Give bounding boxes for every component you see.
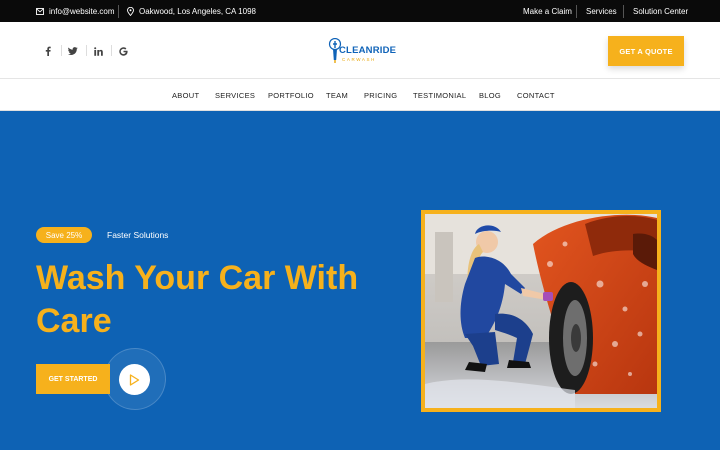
topbar-link-label: Services xyxy=(586,6,617,16)
topbar-link-claim[interactable]: Make a Claim xyxy=(523,0,572,22)
divider xyxy=(61,45,62,56)
email-text: info@website.com xyxy=(49,6,115,16)
hero-image xyxy=(421,210,661,412)
hero-headline: Wash Your Car With Care xyxy=(36,257,396,343)
topbar-link-label: Solution Center xyxy=(633,6,689,16)
logo-subtext: CARWASH xyxy=(342,57,376,62)
nav-item-blog[interactable]: BLOG xyxy=(479,79,501,111)
nav-item-contact[interactable]: CONTACT xyxy=(517,79,555,111)
google-icon[interactable] xyxy=(116,44,130,58)
divider xyxy=(86,45,87,56)
get-started-button[interactable]: GET STARTED xyxy=(36,364,110,394)
divider xyxy=(576,5,577,18)
divider xyxy=(111,45,112,56)
nav-item-team[interactable]: TEAM xyxy=(326,79,348,111)
contact-email[interactable]: info@website.com xyxy=(36,0,114,22)
contact-address: Oakwood, Los Angeles, CA 1098 xyxy=(127,0,256,22)
address-text: Oakwood, Los Angeles, CA 1098 xyxy=(139,6,256,16)
divider xyxy=(118,5,119,18)
nav-item-services[interactable]: SERVICES xyxy=(215,79,255,111)
twitter-icon[interactable] xyxy=(66,44,80,58)
mail-icon xyxy=(36,7,44,15)
logo-text: CLEANRIDE xyxy=(339,45,397,56)
play-video-button[interactable] xyxy=(119,364,150,395)
get-a-quote-button[interactable]: GET A QUOTE xyxy=(608,36,684,66)
nav-item-about[interactable]: ABOUT xyxy=(172,79,199,111)
location-pin-icon xyxy=(127,6,134,16)
nav-item-pricing[interactable]: PRICING xyxy=(364,79,397,111)
linkedin-icon[interactable] xyxy=(91,44,105,58)
car-wash-photo xyxy=(425,214,657,408)
hero-tagline: Faster Solutions xyxy=(107,230,169,240)
hero-section: Save 25% Faster Solutions Wash Your Car … xyxy=(0,111,720,450)
site-logo[interactable]: CLEANRIDE CARWASH xyxy=(328,36,397,66)
divider xyxy=(623,5,624,18)
facebook-icon[interactable] xyxy=(41,44,55,58)
play-icon xyxy=(129,373,140,386)
nav-item-portfolio[interactable]: PORTFOLIO xyxy=(268,79,314,111)
topbar-link-services[interactable]: Services xyxy=(586,0,617,22)
headline-line-2: Care xyxy=(36,302,112,340)
main-nav: ABOUT SERVICES PORTFOLIO TEAM PRICING TE… xyxy=(0,79,720,111)
discount-badge: Save 25% xyxy=(36,227,92,243)
topbar-link-solution-center[interactable]: Solution Center xyxy=(633,0,688,22)
topbar-link-label: Make a Claim xyxy=(523,6,572,16)
top-bar: info@website.com Oakwood, Los Angeles, C… xyxy=(0,0,720,22)
headline-line-1: Wash Your Car With xyxy=(36,259,359,297)
site-header: CLEANRIDE CARWASH GET A QUOTE xyxy=(0,22,720,79)
nav-item-testimonial[interactable]: TESTIMONIAL xyxy=(413,79,466,111)
